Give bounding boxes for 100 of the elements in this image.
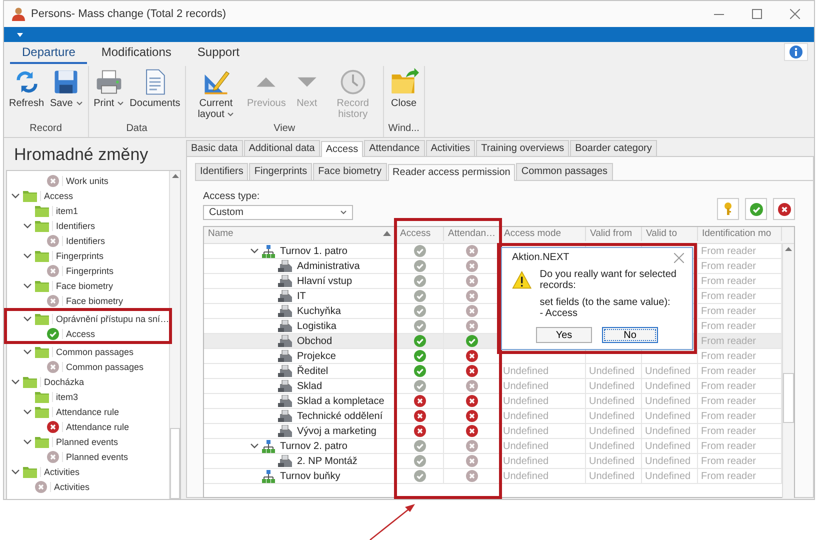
tab[interactable]: Boarder category [570, 140, 657, 156]
grid-row[interactable]: Ředitel Undefined Undefined Undefined From reader [204, 364, 782, 379]
tree-item[interactable]: Attendance rule [52, 406, 120, 416]
chevron-down-icon[interactable] [11, 378, 20, 384]
chevron-down-icon[interactable] [23, 316, 32, 322]
ribbon-button[interactable]: Documents [128, 66, 182, 110]
check-icon [750, 202, 762, 216]
chevron-down-icon[interactable] [23, 222, 32, 228]
chevron-down-icon[interactable] [11, 192, 20, 198]
tree-item[interactable]: Access [40, 190, 74, 200]
column-header[interactable]: Identification mo [702, 228, 772, 240]
grid-row[interactable]: Turnov buňky Undefined Undefined Undefined From reader [204, 469, 782, 484]
chevron-down-icon[interactable] [23, 438, 32, 444]
tree-item[interactable]: Access [62, 328, 96, 338]
confirm-button[interactable] [745, 198, 767, 220]
ribbon-button[interactable]: Current layout [188, 66, 243, 121]
tab[interactable]: Attendance [364, 140, 425, 156]
column-header[interactable]: Valid to [646, 228, 677, 240]
tree-item[interactable]: Activities [50, 482, 90, 492]
tree-item[interactable]: Attendance rule [62, 422, 130, 432]
tab[interactable]: Basic data [186, 140, 243, 156]
table-cell-text: Ředitel [296, 366, 328, 376]
scrollbar[interactable] [169, 171, 180, 499]
tab[interactable]: Access [320, 141, 364, 157]
column-header[interactable]: Name [208, 228, 234, 240]
tab[interactable]: Additional data [244, 140, 320, 156]
ribbon-button[interactable]: Print [92, 66, 126, 110]
tree-item[interactable]: Planned events [52, 436, 118, 446]
dialog-button[interactable]: No [602, 327, 658, 343]
chevron-down-icon[interactable] [11, 468, 20, 474]
table-cell: Undefined [645, 456, 691, 466]
dialog-button[interactable]: Yes [536, 327, 592, 343]
grid-row[interactable]: Vývoj a marketing Undefined Undefined Undefined From reader [204, 424, 782, 439]
grid-row[interactable]: Sklad a kompletace Undefined Undefined Undefined From reader [204, 394, 782, 409]
ribbon-tab[interactable]: Modifications [89, 45, 184, 64]
tree-item[interactable]: Identifiers [52, 220, 96, 230]
folder-icon [35, 250, 49, 262]
column-header[interactable]: Access [400, 228, 431, 240]
tree-item[interactable]: Planned events [62, 452, 128, 462]
column-header[interactable]: Valid from [590, 228, 632, 240]
up-arrow-icon[interactable] [172, 174, 179, 178]
ribbon-tab[interactable]: Support [185, 45, 252, 64]
table-cell: Undefined [589, 470, 635, 482]
folder-icon [35, 406, 49, 418]
table-cell-text: Logistika [296, 320, 336, 332]
tab[interactable]: Identifiers [195, 163, 248, 180]
grid-row[interactable]: Sklad Undefined Undefined Undefined From reader [204, 379, 782, 394]
tree-item[interactable]: Common passages [52, 346, 134, 356]
tab[interactable]: Face biometry [313, 163, 387, 180]
tree-item[interactable]: item3 [52, 392, 78, 402]
ribbon-button[interactable]: Close [386, 66, 421, 110]
column-header[interactable]: Access mode [504, 228, 562, 240]
panel-title: Hromadné změny [13, 144, 150, 166]
chevron-down-icon[interactable] [250, 248, 258, 254]
tab[interactable]: Training overviews [476, 140, 570, 156]
scrollbar[interactable] [782, 244, 794, 498]
ribbon-button[interactable]: Save [48, 66, 85, 110]
tree-item[interactable]: Common passages [62, 362, 144, 372]
ribbon-tab[interactable]: Departure [10, 45, 88, 64]
ribbon-button[interactable]: Refresh [7, 66, 46, 110]
tab[interactable]: Fingerprints [249, 163, 312, 180]
dropdown-icon[interactable] [17, 32, 23, 36]
column-header[interactable]: Attendan… [448, 228, 496, 240]
grid-row[interactable]: Turnov 2. patro Undefined Undefined Undefined From reader [204, 439, 782, 454]
tree-item[interactable]: Fingerprints [62, 266, 114, 276]
table-cell: Undefined [503, 456, 549, 466]
close-icon[interactable] [674, 252, 684, 262]
tab[interactable]: Common passages [516, 163, 613, 180]
grid-row[interactable]: Technické oddělení Undefined Undefined Undefined From reader [204, 409, 782, 424]
up-arrow-icon[interactable] [785, 247, 792, 251]
folder-icon [23, 466, 37, 478]
scrollbar-thumb[interactable] [170, 428, 180, 499]
scrollbar-thumb[interactable] [783, 373, 794, 423]
info-button[interactable] [784, 43, 808, 61]
tree-item[interactable]: Docházka [40, 376, 84, 386]
chevron-down-icon[interactable] [23, 252, 32, 258]
tree-item[interactable]: Fingerprints [52, 250, 104, 260]
chevron-down-icon[interactable] [23, 348, 32, 354]
tab[interactable]: Activities [426, 140, 476, 156]
tree-item[interactable]: item1 [52, 206, 78, 216]
chevron-down-icon[interactable] [23, 408, 32, 414]
tree-item[interactable]: Face biometry [62, 296, 124, 306]
cancel-button[interactable] [773, 198, 795, 220]
tab[interactable]: Reader access permission [388, 164, 516, 181]
chevron-down-icon[interactable] [23, 282, 32, 288]
maximize-icon[interactable] [752, 9, 762, 19]
tree-item[interactable]: Face biometry [52, 280, 114, 290]
close-icon[interactable] [790, 9, 800, 19]
tree-item[interactable]: Identifiers [62, 236, 106, 246]
access-type-dropdown[interactable]: Custom [203, 205, 353, 220]
folder-icon [35, 220, 49, 232]
table-cell-text: Sklad [296, 380, 322, 392]
table-cell: Undefined [589, 426, 635, 436]
tree-item[interactable]: Oprávnění přístupu na sní… [52, 314, 170, 324]
table-cell: Undefined [645, 366, 691, 376]
tree-item[interactable]: Work units [62, 176, 108, 186]
grid-row[interactable]: 2. NP Montáž Undefined Undefined Undefined From reader [204, 454, 782, 469]
table-cell: From reader [701, 260, 756, 272]
tree-item[interactable]: Activities [40, 466, 80, 476]
chevron-down-icon[interactable] [250, 443, 258, 449]
